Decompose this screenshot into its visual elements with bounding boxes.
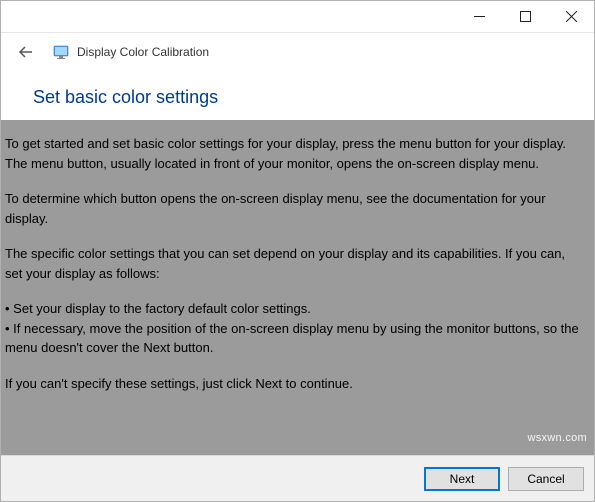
maximize-icon	[520, 11, 531, 22]
app-icon	[53, 44, 69, 60]
back-button[interactable]	[17, 43, 35, 61]
heading-area: Set basic color settings	[1, 71, 594, 120]
page-heading: Set basic color settings	[33, 87, 562, 108]
app-title-text: Display Color Calibration	[77, 45, 209, 59]
close-button[interactable]	[548, 1, 594, 32]
close-icon	[566, 11, 577, 22]
paragraph: If you can't specify these settings, jus…	[5, 374, 584, 394]
back-arrow-icon	[18, 44, 34, 60]
paragraph: The specific color settings that you can…	[5, 244, 584, 283]
app-title: Display Color Calibration	[53, 44, 209, 60]
minimize-button[interactable]	[456, 1, 502, 32]
maximize-button[interactable]	[502, 1, 548, 32]
bullet-item: • If necessary, move the position of the…	[5, 319, 584, 358]
watermark: wsxwn.com	[527, 432, 587, 444]
content: Set basic color settings To get started …	[1, 71, 594, 455]
titlebar	[1, 1, 594, 33]
header: Display Color Calibration	[1, 33, 594, 71]
paragraph: To get started and set basic color setti…	[5, 134, 584, 173]
body-text: To get started and set basic color setti…	[1, 120, 594, 455]
next-button[interactable]: Next	[424, 467, 500, 491]
footer: Next Cancel	[1, 455, 594, 501]
cancel-button[interactable]: Cancel	[508, 467, 584, 491]
bullet-item: • Set your display to the factory defaul…	[5, 299, 584, 319]
paragraph: To determine which button opens the on-s…	[5, 189, 584, 228]
bullet-list: • Set your display to the factory defaul…	[5, 299, 584, 358]
window: Display Color Calibration Set basic colo…	[0, 0, 595, 502]
minimize-icon	[474, 11, 485, 22]
